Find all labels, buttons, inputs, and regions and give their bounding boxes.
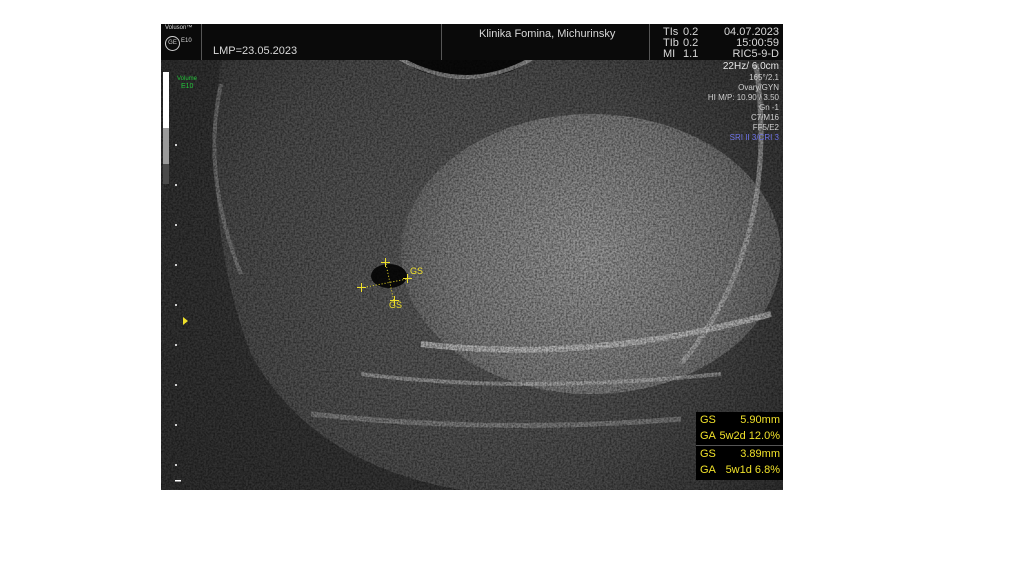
header-separator [441, 24, 442, 60]
volume-value: E10 [181, 83, 194, 90]
lmp-label: LMP=23.05.2023 [213, 45, 298, 57]
ultrasound-screen: GE Voluson™ E10 LMP=23.05.2023 Klinika F… [161, 24, 783, 490]
measurement-value: 3.89mm [740, 448, 780, 460]
param-filter: FF5/E2 [752, 123, 779, 132]
param-map: C7/M16 [750, 113, 779, 122]
caliper-label: GS [389, 300, 403, 310]
caliper-label: GS [410, 266, 424, 276]
caliper-marker [357, 283, 366, 292]
probe-name: RIC5-9-D [732, 48, 779, 60]
param-harmonics: HI M/P: 10.90 / 3.50 [707, 93, 779, 102]
measurement-divider [696, 445, 783, 446]
measurement-name: GS [700, 414, 716, 426]
param-frequency-depth: 22Hz/ 6.0cm [722, 61, 779, 72]
measurement-value: 5w1d 6.8% [725, 464, 780, 476]
param-angle: 165°/2.1 [749, 73, 779, 82]
measurement-name: GA [700, 464, 716, 476]
measurement-value: 5.90mm [740, 414, 780, 426]
mi-label: MI [663, 48, 676, 60]
volume-label: Volume [177, 76, 198, 82]
measurement-name: GA [700, 430, 716, 442]
ge-logo: GE [165, 36, 180, 51]
measurement-name: GS [700, 448, 716, 460]
measurement-value: 5w2d 12.0% [719, 430, 780, 442]
param-gain: Gn -1 [758, 103, 779, 112]
brand-name: Voluson™ [165, 25, 193, 31]
header-separator [201, 24, 202, 60]
ultrasound-image [161, 24, 783, 490]
caliper-marker [381, 258, 390, 267]
header-separator [649, 24, 650, 60]
measurement-results: GS 5.90mm GA 5w2d 12.0% GS 3.89mm GA 5w1… [696, 412, 783, 480]
brand-model: E10 [181, 38, 192, 44]
param-preset: Ovary/GYN [738, 83, 779, 92]
mi-value: 1.1 [683, 48, 699, 60]
param-sri-cri: SRI II 3/CRI 3 [729, 133, 779, 142]
clinic-name: Klinika Fomina, Michurinsky [479, 28, 616, 40]
